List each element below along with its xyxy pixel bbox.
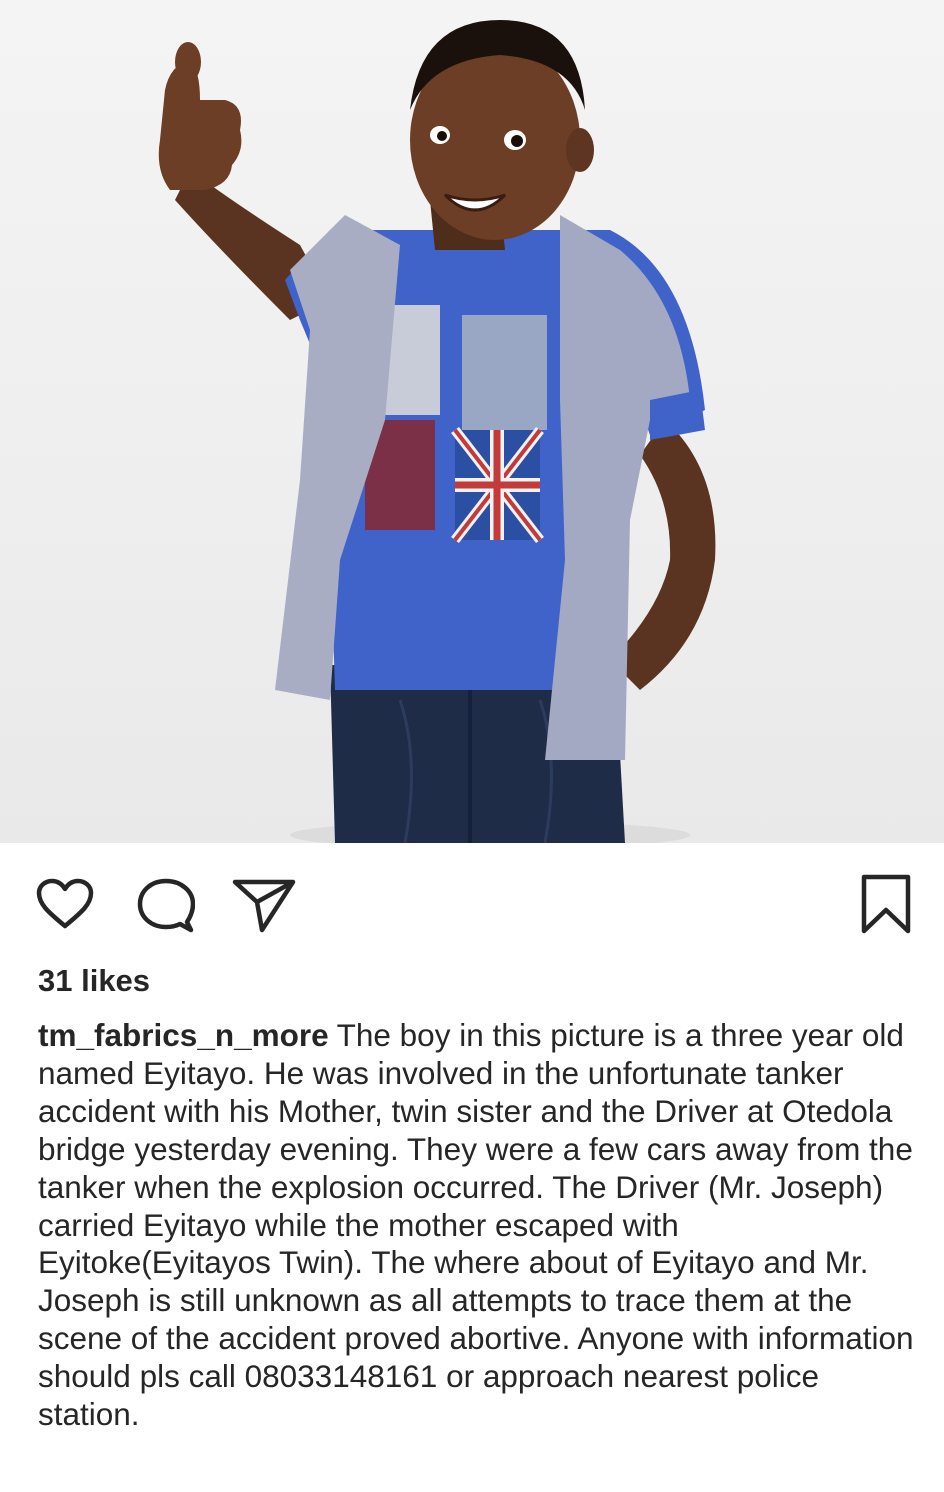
post-caption: tm_fabrics_n_more The boy in this picture… — [38, 1017, 918, 1434]
likes-count[interactable]: 31 likes — [38, 963, 150, 999]
post-photo[interactable] — [0, 0, 944, 843]
boy-illustration — [158, 20, 716, 843]
bookmark-icon — [861, 874, 911, 934]
save-button[interactable] — [860, 873, 912, 935]
caption-text: The boy in this picture is a three year … — [38, 1017, 914, 1433]
comment-icon — [137, 878, 195, 933]
username-link[interactable]: tm_fabrics_n_more — [38, 1017, 329, 1053]
heart-icon — [36, 878, 94, 929]
share-button[interactable] — [231, 878, 297, 934]
like-button[interactable] — [36, 878, 94, 930]
comment-button[interactable] — [137, 878, 195, 934]
paper-plane-icon — [232, 879, 296, 933]
